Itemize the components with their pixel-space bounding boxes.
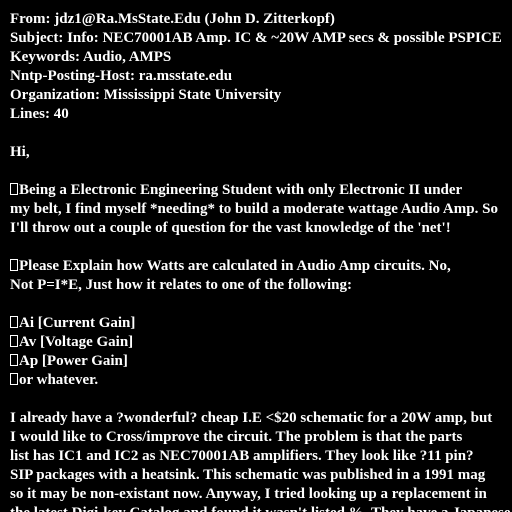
keywords-header: Keywords: Audio, AMPS [10, 49, 172, 65]
paragraph-1-line-1-text: Being a Electronic Engineering Student w… [19, 182, 463, 198]
list-item-text: or whatever. [19, 372, 99, 388]
paragraph-1-line-3: I'll throw out a couple of question for … [10, 220, 451, 236]
list-item-text: Av [Voltage Gain] [19, 334, 134, 350]
subject-header: Subject: Info: NEC70001AB Amp. IC & ~20W… [10, 30, 502, 46]
tab-glyph-icon [10, 316, 18, 328]
list-item-text: Ap [Power Gain] [19, 353, 128, 369]
paragraph-1-line-1: Being a Electronic Engineering Student w… [10, 181, 512, 200]
lines-header: Lines: 40 [10, 106, 69, 122]
paragraph-3-line-6: the latest Digi-key Catalog and found it… [10, 504, 512, 512]
paragraph-2-line-1-text: Please Explain how Watts are calculated … [19, 258, 451, 274]
paragraph-3-line-3: list has IC1 and IC2 as NEC70001AB ampli… [10, 448, 474, 464]
list-item-text: Ai [Current Gain] [19, 315, 136, 331]
paragraph-3-line-1: I already have a ?wonderful? cheap I.E <… [10, 410, 493, 426]
tab-glyph-icon [10, 335, 18, 347]
paragraph-2-line-2: Not P=I*E, Just how it relates to one of… [10, 277, 352, 293]
paragraph-3-line-4: SIP packages with a heatsink. This schem… [10, 467, 486, 483]
nntp-host-header: Nntp-Posting-Host: ra.msstate.edu [10, 68, 233, 84]
tab-glyph-icon [10, 354, 18, 366]
from-header: From: jdz1@Ra.MsState.Edu (John D. Zitte… [10, 11, 335, 27]
list-item: Ap [Power Gain] [10, 352, 512, 371]
paragraph-3-line-2: I would like to Cross/improve the circui… [10, 429, 463, 445]
message-page: From: jdz1@Ra.MsState.Edu (John D. Zitte… [0, 0, 512, 512]
list-item: Av [Voltage Gain] [10, 333, 512, 352]
list-item: or whatever. [10, 371, 512, 390]
tab-glyph-icon [10, 259, 18, 271]
paragraph-2-line-1: Please Explain how Watts are calculated … [10, 257, 512, 276]
paragraph-3-line-5: so it may be non-existant now. Anyway, I… [10, 486, 487, 502]
tab-glyph-icon [10, 183, 18, 195]
message-text: From: jdz1@Ra.MsState.Edu (John D. Zitte… [10, 10, 512, 512]
list-item: Ai [Current Gain] [10, 314, 512, 333]
tab-glyph-icon [10, 373, 18, 385]
greeting: Hi, [10, 144, 30, 160]
organization-header: Organization: Mississippi State Universi… [10, 87, 282, 103]
paragraph-1-line-2: my belt, I find myself *needing* to buil… [10, 201, 498, 217]
